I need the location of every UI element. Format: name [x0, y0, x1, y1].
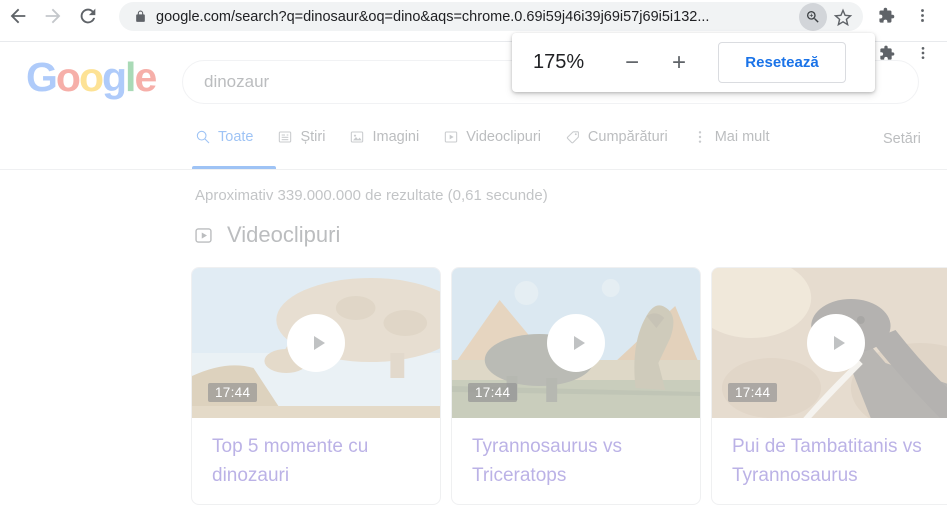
play-button-icon[interactable]: [287, 314, 345, 372]
zoom-level: 175%: [533, 51, 595, 74]
zoom-out-button[interactable]: −: [615, 46, 649, 80]
tab-stiri[interactable]: Știri: [277, 129, 325, 145]
shopping-icon: [565, 129, 581, 145]
result-tabs: Toate Știri Imagini Videoclipuri Cumpără…: [195, 129, 770, 145]
video-thumbnail[interactable]: 17:44: [712, 268, 947, 418]
video-title-link[interactable]: Tyrannosaurus vs Triceratops: [452, 418, 700, 490]
zoom-in-button[interactable]: +: [662, 46, 696, 80]
results-stats: Aproximativ 339.000.000 de rezultate (0,…: [195, 187, 548, 204]
web-page: Google dinozaur Toate Știri Imagini: [0, 42, 947, 531]
tab-mai-mult[interactable]: Mai mult: [692, 129, 770, 145]
forward-icon[interactable]: [42, 5, 64, 27]
zoom-popup: 175% − + Resetează: [512, 33, 875, 92]
video-duration: 17:44: [208, 383, 257, 402]
video-cards-row: 17:44 Top 5 momente cu dinozauri: [191, 267, 947, 505]
video-card[interactable]: 17:44 Tyrannosaurus vs Triceratops: [451, 267, 701, 505]
menu-icon-secondary[interactable]: [915, 45, 931, 61]
play-button-icon[interactable]: [807, 314, 865, 372]
back-icon[interactable]: [7, 5, 29, 27]
video-title-link[interactable]: Pui de Tambatitanis vs Tyrannosaurus: [712, 418, 947, 490]
more-dots-icon: [692, 129, 708, 145]
video-section-icon: [193, 225, 214, 246]
extensions-icon-secondary[interactable]: [879, 45, 895, 61]
tab-imagini[interactable]: Imagini: [349, 129, 419, 145]
videos-icon: [443, 129, 459, 145]
news-icon: [277, 129, 293, 145]
search-icon: [195, 129, 211, 145]
bookmark-star-icon[interactable]: [833, 7, 853, 27]
reload-icon[interactable]: [77, 5, 99, 27]
chrome-menu-icon[interactable]: [914, 7, 931, 24]
video-duration: 17:44: [468, 383, 517, 402]
zoom-indicator-icon[interactable]: [799, 3, 827, 31]
lock-icon: [134, 10, 147, 23]
play-button-icon[interactable]: [547, 314, 605, 372]
search-query-text: dinozaur: [204, 72, 269, 92]
video-thumbnail[interactable]: 17:44: [192, 268, 440, 418]
settings-link[interactable]: Setări: [883, 131, 921, 147]
images-icon: [349, 129, 365, 145]
tab-toate[interactable]: Toate: [195, 129, 253, 145]
browser-window: google.com/search?q=dinosaur&oq=dino&aqs…: [0, 0, 947, 531]
zoom-reset-button[interactable]: Resetează: [718, 42, 846, 83]
video-card[interactable]: 17:44 Top 5 momente cu dinozauri: [191, 267, 441, 505]
url-text[interactable]: google.com/search?q=dinosaur&oq=dino&aqs…: [156, 9, 799, 25]
videos-section-header: Videoclipuri: [193, 222, 340, 248]
extensions-icon[interactable]: [878, 7, 895, 24]
video-title-link[interactable]: Top 5 momente cu dinozauri: [192, 418, 440, 490]
google-logo[interactable]: Google: [26, 54, 155, 101]
video-duration: 17:44: [728, 383, 777, 402]
address-bar[interactable]: google.com/search?q=dinosaur&oq=dino&aqs…: [119, 2, 863, 31]
videos-section-title: Videoclipuri: [227, 222, 340, 248]
tab-videoclipuri[interactable]: Videoclipuri: [443, 129, 541, 145]
tabs-separator: [0, 169, 947, 170]
tab-cumparaturi[interactable]: Cumpărături: [565, 129, 668, 145]
video-card[interactable]: 17:44 Pui de Tambatitanis vs Tyrannosaur…: [711, 267, 947, 505]
video-thumbnail[interactable]: 17:44: [452, 268, 700, 418]
